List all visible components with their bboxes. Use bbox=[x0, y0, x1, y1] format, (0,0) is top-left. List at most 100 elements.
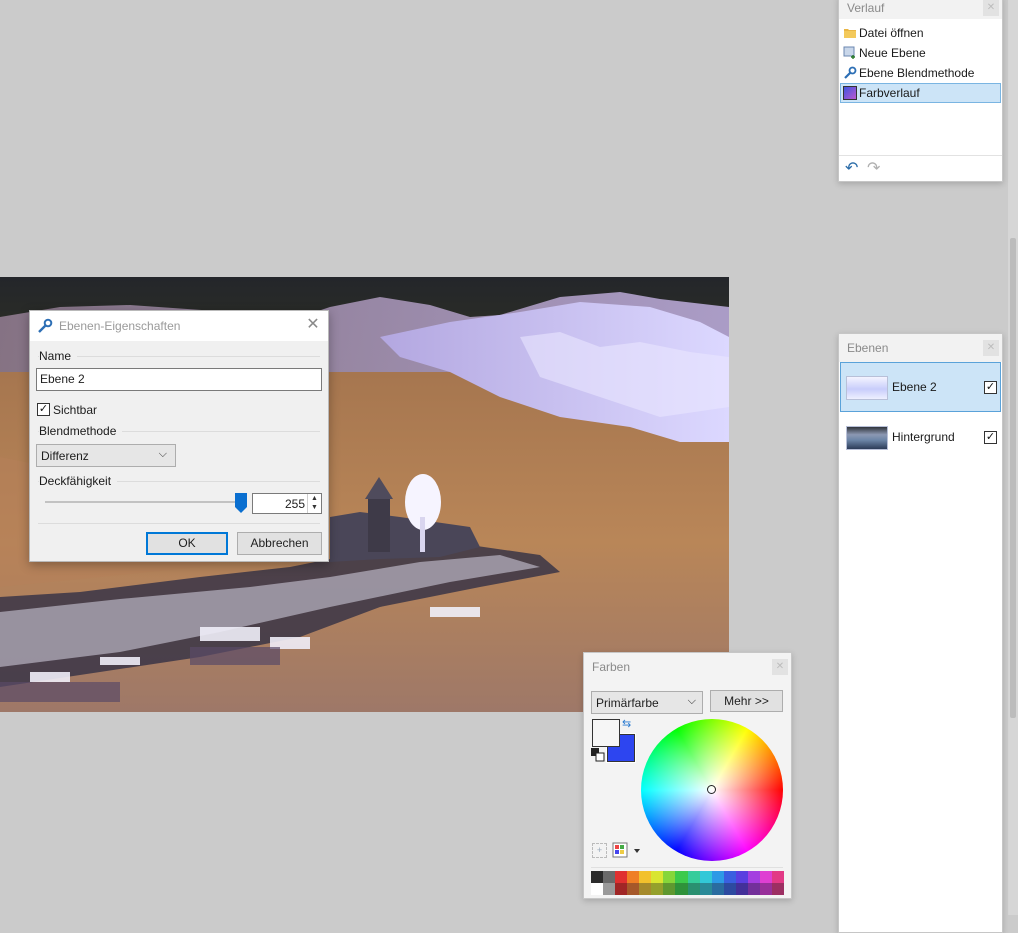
divider bbox=[591, 867, 783, 868]
opacity-spinbox[interactable]: 255 ▲ ▼ bbox=[252, 493, 322, 514]
history-list: Datei öffnen Neue Ebene Ebene Blendmetho… bbox=[839, 19, 1002, 103]
layers-title-bar[interactable]: Ebenen ✕ bbox=[839, 334, 1002, 362]
reset-colors-icon[interactable] bbox=[591, 748, 605, 762]
swap-colors-icon[interactable]: ⇆ bbox=[622, 719, 631, 730]
wrench-icon bbox=[38, 318, 53, 333]
palette-swatch[interactable] bbox=[699, 883, 712, 895]
palette-swatch[interactable] bbox=[675, 883, 688, 895]
color-wheel-cursor[interactable] bbox=[707, 785, 716, 794]
primary-color-swatch[interactable] bbox=[592, 719, 620, 747]
redo-icon[interactable]: ↷ bbox=[867, 161, 880, 177]
layer-row-ebene-2[interactable]: Ebene 2 ✓ bbox=[840, 362, 1001, 412]
palette-swatch[interactable] bbox=[759, 871, 772, 883]
chevron-down-icon: ⌵ bbox=[687, 695, 696, 707]
history-item-layer-blend[interactable]: Ebene Blendmethode bbox=[840, 63, 1001, 83]
more-button[interactable]: Mehr >> bbox=[710, 690, 783, 712]
vertical-scrollbar[interactable] bbox=[1008, 0, 1018, 915]
opacity-label: Deckfähigkeit bbox=[39, 474, 118, 488]
palette-swatch[interactable] bbox=[771, 871, 784, 883]
palette-swatch[interactable] bbox=[639, 883, 652, 895]
palette-swatch[interactable] bbox=[735, 883, 748, 895]
gradient-icon bbox=[843, 86, 857, 100]
layer-name-value: Ebene 2 bbox=[40, 372, 85, 386]
palette-swatch[interactable] bbox=[615, 883, 628, 895]
palette-swatch[interactable] bbox=[639, 871, 652, 883]
palette-swatch[interactable] bbox=[651, 871, 664, 883]
cancel-button[interactable]: Abbrechen bbox=[237, 532, 322, 555]
palette-swatch[interactable] bbox=[627, 883, 640, 895]
close-icon[interactable]: ✕ bbox=[983, 0, 999, 16]
colors-panel: Farben ✕ Primärfarbe ⌵ Mehr >> ⇆ + bbox=[583, 652, 792, 899]
palette-swatch[interactable] bbox=[723, 883, 736, 895]
history-footer: ↶ ↷ bbox=[839, 155, 1002, 181]
color-wheel[interactable] bbox=[641, 719, 783, 861]
chevron-down-icon: ⌵ bbox=[158, 448, 167, 460]
history-title: Verlauf bbox=[847, 1, 885, 15]
visible-checkbox[interactable]: ✓ bbox=[37, 403, 50, 417]
layers-panel: Ebenen ✕ Ebene 2 ✓ Hintergrund ✓ bbox=[838, 333, 1003, 933]
close-icon[interactable]: ✕ bbox=[772, 659, 788, 675]
layer-thumbnail bbox=[846, 426, 888, 450]
blend-mode-label: Blendmethode bbox=[39, 424, 123, 438]
close-icon[interactable]: ✕ bbox=[304, 316, 322, 334]
layer-row-hintergrund[interactable]: Hintergrund ✓ bbox=[840, 412, 1001, 462]
palette-swatch[interactable] bbox=[759, 883, 772, 895]
layer-visibility-checkbox[interactable]: ✓ bbox=[984, 431, 997, 444]
layers-title: Ebenen bbox=[847, 341, 889, 355]
palette-swatch[interactable] bbox=[687, 871, 700, 883]
palette-swatch[interactable] bbox=[771, 883, 784, 895]
wrench-icon bbox=[844, 66, 857, 79]
layer-thumbnail bbox=[846, 376, 888, 400]
history-item-new-layer[interactable]: Neue Ebene bbox=[840, 43, 1001, 63]
color-palette-grid[interactable] bbox=[591, 871, 784, 895]
folder-icon bbox=[844, 29, 856, 38]
palette-swatch[interactable] bbox=[591, 883, 604, 895]
opacity-slider-track[interactable] bbox=[45, 501, 241, 503]
history-panel: Verlauf ✕ Datei öffnen Neue Ebene Ebene … bbox=[838, 0, 1003, 182]
palette-swatch[interactable] bbox=[651, 883, 664, 895]
palette-swatch[interactable] bbox=[675, 871, 688, 883]
palette-swatch[interactable] bbox=[663, 871, 676, 883]
colors-title-bar[interactable]: Farben ✕ bbox=[584, 653, 791, 681]
layer-visibility-checkbox[interactable]: ✓ bbox=[984, 381, 997, 394]
color-mode-select[interactable]: Primärfarbe ⌵ bbox=[591, 691, 703, 714]
new-layer-icon bbox=[843, 46, 855, 59]
palette-swatch[interactable] bbox=[591, 871, 604, 883]
color-mode-value: Primärfarbe bbox=[596, 696, 659, 710]
history-item-label: Ebene Blendmethode bbox=[859, 66, 975, 80]
palette-swatch[interactable] bbox=[615, 871, 628, 883]
colors-title: Farben bbox=[592, 660, 631, 674]
palette-menu-icon[interactable] bbox=[612, 842, 646, 859]
palette-swatch[interactable] bbox=[723, 871, 736, 883]
blend-mode-value: Differenz bbox=[41, 449, 89, 463]
palette-swatch[interactable] bbox=[711, 871, 724, 883]
dialog-title-bar[interactable]: Ebenen-Eigenschaften ✕ bbox=[30, 311, 328, 341]
palette-swatch[interactable] bbox=[627, 871, 640, 883]
ok-button[interactable]: OK bbox=[146, 532, 228, 555]
visible-label: Sichtbar bbox=[53, 402, 98, 417]
opacity-slider-thumb[interactable] bbox=[235, 493, 247, 513]
layer-name: Hintergrund bbox=[892, 430, 955, 444]
palette-swatch[interactable] bbox=[603, 883, 616, 895]
undo-icon[interactable]: ↶ bbox=[845, 161, 858, 177]
opacity-value: 255 bbox=[284, 497, 305, 511]
layer-name-field[interactable]: Ebene 2 bbox=[36, 368, 322, 391]
divider bbox=[38, 523, 320, 524]
history-title-bar[interactable]: Verlauf ✕ bbox=[839, 0, 1002, 19]
palette-swatch[interactable] bbox=[603, 871, 616, 883]
history-item-open-file[interactable]: Datei öffnen bbox=[840, 23, 1001, 43]
palette-swatch[interactable] bbox=[747, 883, 760, 895]
close-icon[interactable]: ✕ bbox=[983, 340, 999, 356]
visible-checkbox-row[interactable]: ✓ Sichtbar bbox=[37, 402, 98, 417]
spin-arrows[interactable]: ▲ ▼ bbox=[307, 494, 321, 513]
scrollbar-thumb[interactable] bbox=[1010, 238, 1016, 718]
palette-swatch[interactable] bbox=[663, 883, 676, 895]
palette-swatch[interactable] bbox=[699, 871, 712, 883]
blend-mode-select[interactable]: Differenz ⌵ bbox=[36, 444, 176, 467]
add-color-icon[interactable]: + bbox=[592, 843, 607, 858]
history-item-gradient[interactable]: Farbverlauf bbox=[840, 83, 1001, 103]
palette-swatch[interactable] bbox=[687, 883, 700, 895]
palette-swatch[interactable] bbox=[735, 871, 748, 883]
palette-swatch[interactable] bbox=[747, 871, 760, 883]
palette-swatch[interactable] bbox=[711, 883, 724, 895]
